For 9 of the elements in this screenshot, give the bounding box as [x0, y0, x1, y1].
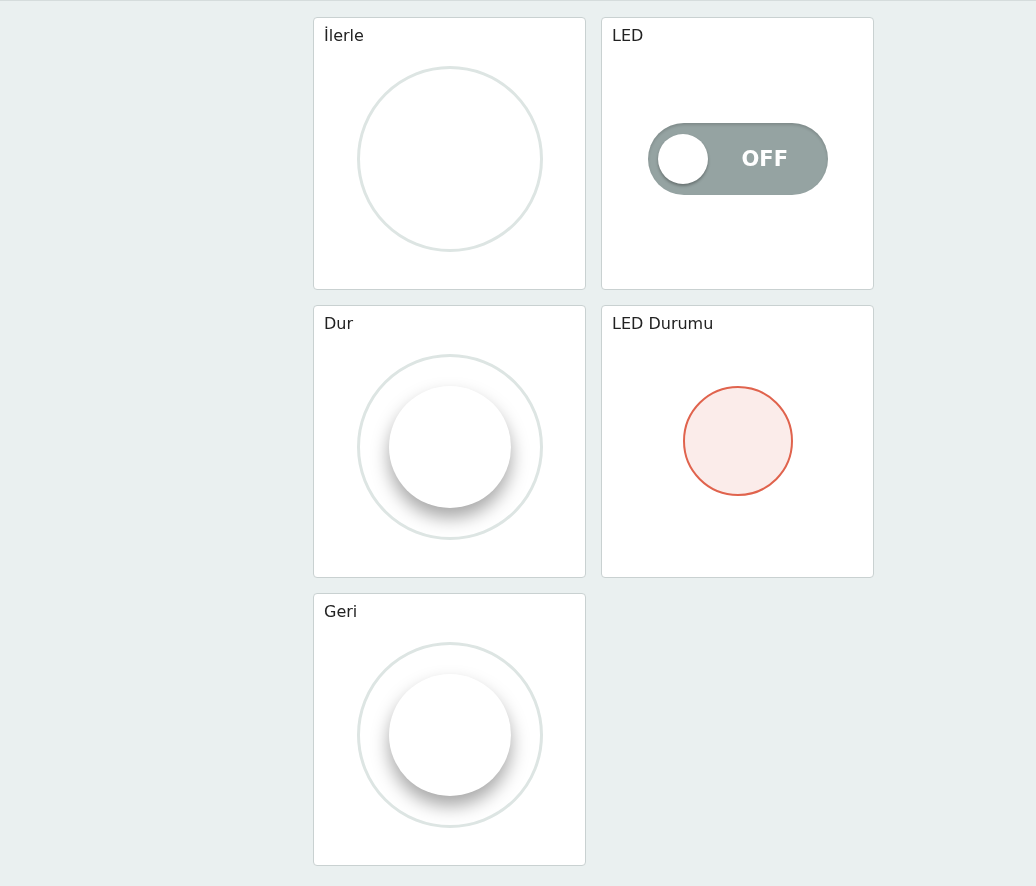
widget-title: İlerle — [324, 26, 364, 45]
widget-title: Dur — [324, 314, 354, 333]
toggle-switch[interactable]: OFF — [647, 123, 828, 195]
push-button[interactable] — [356, 66, 543, 252]
push-button[interactable] — [356, 354, 543, 540]
push-button[interactable] — [356, 642, 543, 828]
widget-title: Geri — [324, 602, 358, 621]
widget-title: LED — [612, 26, 644, 45]
widget-title: LED Durumu — [612, 314, 714, 333]
